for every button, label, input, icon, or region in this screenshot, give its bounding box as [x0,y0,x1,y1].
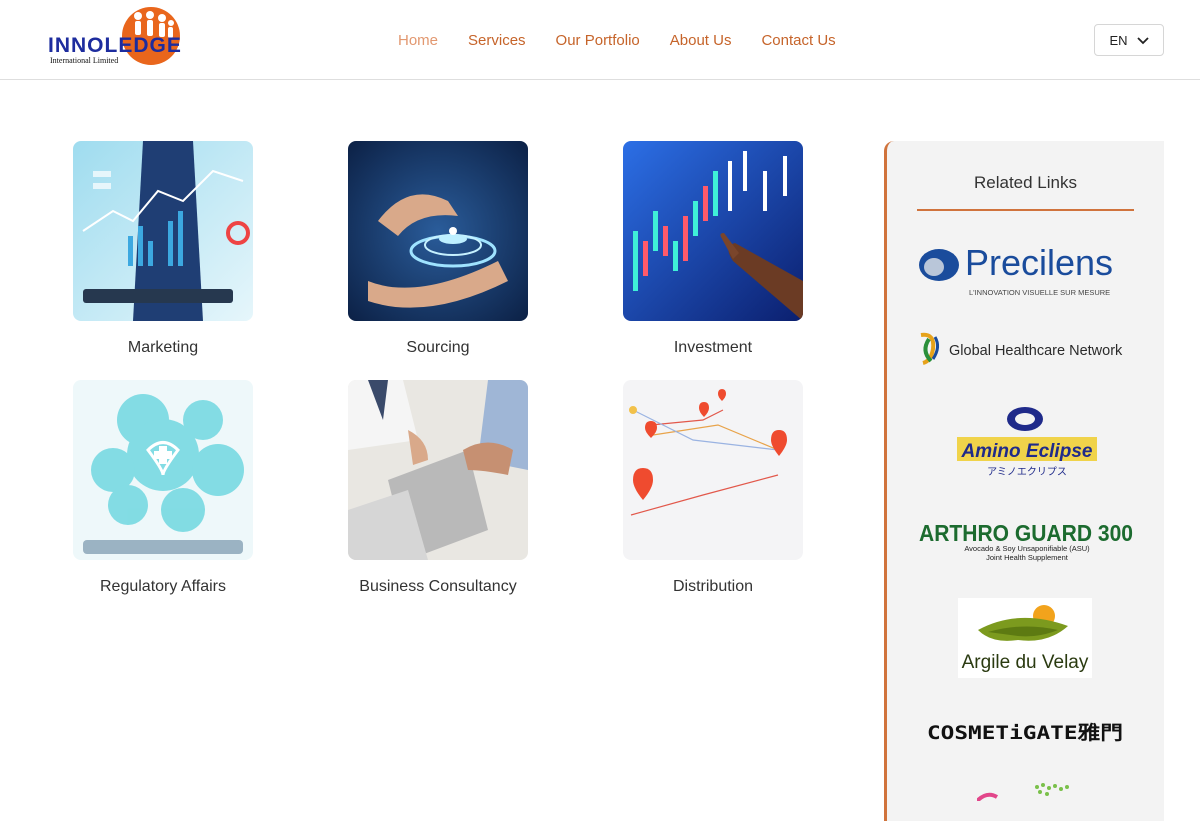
nav-services[interactable]: Services [468,32,526,49]
arthro-line2: Joint Health Supplement [986,553,1069,562]
service-label: Distribution [672,578,754,595]
service-label: Investment [673,339,753,356]
main-nav: Home Services Our Portfolio About Us Con… [398,0,836,80]
precilens-logo-link[interactable]: Precilens L'INNOVATION VISUELLE SUR MESU… [917,237,1137,301]
argile-name: Argile du Velay [962,652,1089,673]
nav-about-us[interactable]: About Us [670,32,732,49]
precilens-name: Precilens [965,242,1113,283]
hands-hologram-image [348,141,528,321]
related-links-title: Related Links [973,173,1077,192]
partial-brand-logo-link[interactable] [975,781,1087,803]
site-header: INNOLEDGE International Limited Home Ser… [0,0,1200,80]
nav-contact-us[interactable]: Contact Us [761,32,835,49]
chevron-down-icon [1136,33,1149,48]
amino-name: Amino Eclipse [961,441,1093,462]
service-card-sourcing[interactable]: Sourcing [348,141,528,357]
nav-home[interactable]: Home [398,32,438,49]
language-selector[interactable]: EN [1094,24,1164,56]
cosmetigate-name: COSMETiGATE雅門 [927,722,1123,744]
service-label: Marketing [127,339,199,356]
related-links-divider [917,209,1134,211]
logo-subtext: International Limited [50,56,118,65]
service-label: Business Consultancy [359,578,517,595]
amino-sub: アミノエクリプス [987,466,1067,478]
service-label: Regulatory Affairs [100,578,226,595]
service-card-marketing[interactable]: Marketing [73,141,253,357]
language-value: EN [1109,32,1128,48]
service-card-distribution[interactable]: Distribution [623,380,803,596]
global-healthcare-network-logo-link[interactable]: Global Healthcare Network [917,331,1137,367]
service-card-investment[interactable]: Investment [623,141,803,357]
nav-our-portfolio[interactable]: Our Portfolio [556,32,640,49]
ghn-name: Global Healthcare Network [949,343,1123,359]
argile-du-velay-logo-link[interactable]: Argile du Velay [958,598,1092,678]
map-pins-image [623,380,803,560]
service-label: Sourcing [406,339,470,356]
arthro-guard-logo-link[interactable]: ARTHRO GUARD 300 Avocado & Soy Unsaponif… [917,515,1137,565]
arthro-name: ARTHRO GUARD 300 [919,520,1133,546]
service-card-business-consultancy[interactable]: Business Consultancy [348,380,528,596]
related-links-panel: Related Links Precilens L'INNOVATION VIS… [884,141,1164,821]
amino-eclipse-logo-link[interactable]: Amino Eclipse アミノエクリプス [951,403,1101,479]
service-card-regulatory-affairs[interactable]: Regulatory Affairs [73,380,253,596]
meeting-documents-image [348,380,528,560]
tablet-chart-image [73,141,253,321]
candlestick-chart-image [623,141,803,321]
arthro-line1: Avocado & Soy Unsaponifiable (ASU) [964,544,1090,553]
innoledge-logo[interactable]: INNOLEDGE International Limited [46,6,182,66]
logo-wordmark: INNOLEDGE [48,34,182,57]
cosmetigate-logo-link[interactable]: COSMETiGATE雅門 [927,718,1127,748]
medical-icons-image [73,380,253,560]
precilens-tagline: L'INNOVATION VISUELLE SUR MESURE [969,288,1110,297]
